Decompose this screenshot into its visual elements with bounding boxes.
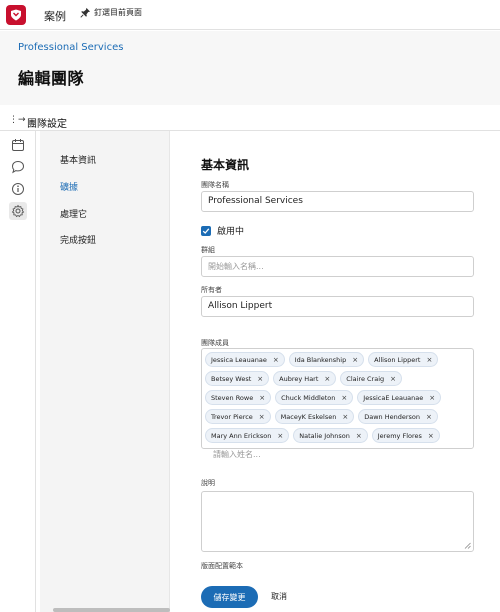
icon-rail	[0, 131, 36, 612]
member-name: MaceyK Eskelsen	[280, 412, 337, 421]
member-pill[interactable]: Allison Lippert ×	[368, 352, 439, 367]
pin-page-label: 釘選目前頁面	[94, 8, 142, 17]
remove-member-icon[interactable]: ×	[390, 375, 396, 383]
remove-member-icon[interactable]: ×	[352, 356, 358, 364]
member-name: Ida Blankenship	[294, 355, 347, 364]
member-pill[interactable]: Dawn Henderson ×	[358, 409, 438, 424]
settings-gear-icon[interactable]	[9, 202, 27, 220]
nav-item-done-button[interactable]: 完成按鈕	[60, 233, 96, 246]
active-label: 啟用中	[217, 227, 245, 237]
top-bar: 案例 釘選目前頁面	[0, 0, 500, 30]
member-name: Steven Rowe	[211, 393, 254, 402]
remove-member-icon[interactable]: ×	[426, 413, 432, 421]
member-pill[interactable]: Jessica Leauanae ×	[205, 352, 285, 367]
calendar-icon[interactable]	[9, 136, 27, 154]
member-pill[interactable]: Jeremy Flores ×	[371, 428, 440, 443]
member-pill[interactable]: Mary Ann Erickson ×	[205, 428, 290, 443]
active-checkbox-row[interactable]: 啟用中	[201, 224, 244, 237]
member-pill[interactable]: JessicaE Leauanae ×	[357, 390, 442, 405]
nav-scrollbar[interactable]	[53, 608, 170, 612]
nav-item-requests[interactable]: 礦據	[60, 180, 78, 193]
team-members-label: 團隊成員	[201, 339, 229, 347]
workfront-logo-button[interactable]	[6, 5, 26, 25]
member-pill[interactable]: Aubrey Hart ×	[273, 371, 337, 386]
check-icon	[202, 227, 210, 234]
layout-template-label: 版面配置範本	[201, 562, 243, 570]
member-name: Jessica Leauanae	[211, 355, 267, 364]
member-name: Natalie Johnson	[299, 431, 350, 440]
page-header: Professional Services 編輯團隊	[0, 31, 500, 105]
member-pill[interactable]: Natalie Johnson ×	[293, 428, 368, 443]
owner-label: 所有者	[201, 286, 222, 294]
member-name: Allison Lippert	[374, 355, 421, 364]
member-name: Mary Ann Erickson	[211, 431, 272, 440]
member-name: Chuck Middleton	[281, 393, 336, 402]
nav-item-basic-info[interactable]: 基本資訊	[60, 153, 96, 166]
member-pill[interactable]: Steven Rowe ×	[205, 390, 272, 405]
settings-nav: 基本資訊 礦據 處理它 完成按鈕	[40, 131, 170, 612]
remove-member-icon[interactable]: ×	[277, 432, 283, 440]
team-settings-label: 團隊設定	[27, 119, 67, 130]
pin-icon	[80, 7, 91, 18]
remove-member-icon[interactable]: ×	[257, 375, 263, 383]
members-search-placeholder[interactable]: 請輸入姓名...	[205, 447, 261, 462]
pin-page-button[interactable]: 釘選目前頁面	[80, 7, 142, 18]
team-name-label: 團隊名稱	[201, 181, 229, 189]
team-settings-bar: ⋮→ 團隊設定	[0, 112, 500, 131]
save-changes-button[interactable]: 儲存變更	[201, 586, 258, 608]
chat-icon[interactable]	[9, 158, 27, 176]
group-label: 群組	[201, 246, 215, 254]
description-textarea[interactable]	[201, 491, 474, 552]
expand-panel-icon[interactable]: ⋮→	[9, 115, 26, 125]
owner-input[interactable]: Allison Lippert	[201, 296, 474, 317]
description-label: 說明	[201, 479, 215, 487]
page-title: 編輯團隊	[18, 69, 85, 88]
remove-member-icon[interactable]: ×	[426, 356, 432, 364]
resize-handle-icon[interactable]	[464, 542, 471, 549]
info-icon[interactable]	[9, 180, 27, 198]
cases-link[interactable]: 案例	[44, 8, 66, 24]
member-pill[interactable]: Claire Craig ×	[340, 371, 403, 386]
member-name: Betsey West	[211, 374, 252, 383]
cancel-button[interactable]: 取消	[271, 591, 287, 602]
member-pill[interactable]: MaceyK Eskelsen ×	[274, 409, 355, 424]
member-name: Aubrey Hart	[279, 374, 319, 383]
member-pill[interactable]: Trevor Pierce ×	[205, 409, 271, 424]
nav-item-work-on-it[interactable]: 處理它	[60, 207, 87, 220]
section-title: 基本資訊	[201, 158, 250, 172]
remove-member-icon[interactable]: ×	[356, 432, 362, 440]
breadcrumb[interactable]: Professional Services	[18, 42, 123, 53]
remove-member-icon[interactable]: ×	[259, 413, 265, 421]
member-name: Dawn Henderson	[364, 412, 421, 421]
member-name: Claire Craig	[346, 374, 385, 383]
member-name: Jeremy Flores	[377, 431, 422, 440]
member-pill[interactable]: Ida Blankenship ×	[288, 352, 365, 367]
group-input[interactable]: 開始輸入名稱...	[201, 256, 474, 277]
team-members-input[interactable]: Jessica Leauanae × Ida Blankenship × Allison…	[201, 348, 474, 459]
team-form: 基本資訊 團隊名稱 Professional Services 啟用中 群組 開…	[171, 131, 500, 612]
team-name-input[interactable]: Professional Services	[201, 191, 474, 212]
remove-member-icon[interactable]: ×	[429, 394, 435, 402]
member-pill[interactable]: Betsey West ×	[205, 371, 270, 386]
remove-member-icon[interactable]: ×	[273, 356, 279, 364]
remove-member-icon[interactable]: ×	[342, 413, 348, 421]
remove-member-icon[interactable]: ×	[341, 394, 347, 402]
active-checkbox[interactable]	[201, 225, 211, 236]
member-pill[interactable]: Chuck Middleton ×	[275, 390, 354, 405]
member-name: JessicaE Leauanae	[363, 393, 424, 402]
logo-icon	[11, 9, 21, 21]
remove-member-icon[interactable]: ×	[259, 394, 265, 402]
remove-member-icon[interactable]: ×	[324, 375, 330, 383]
remove-member-icon[interactable]: ×	[428, 432, 434, 440]
member-name: Trevor Pierce	[211, 412, 253, 421]
